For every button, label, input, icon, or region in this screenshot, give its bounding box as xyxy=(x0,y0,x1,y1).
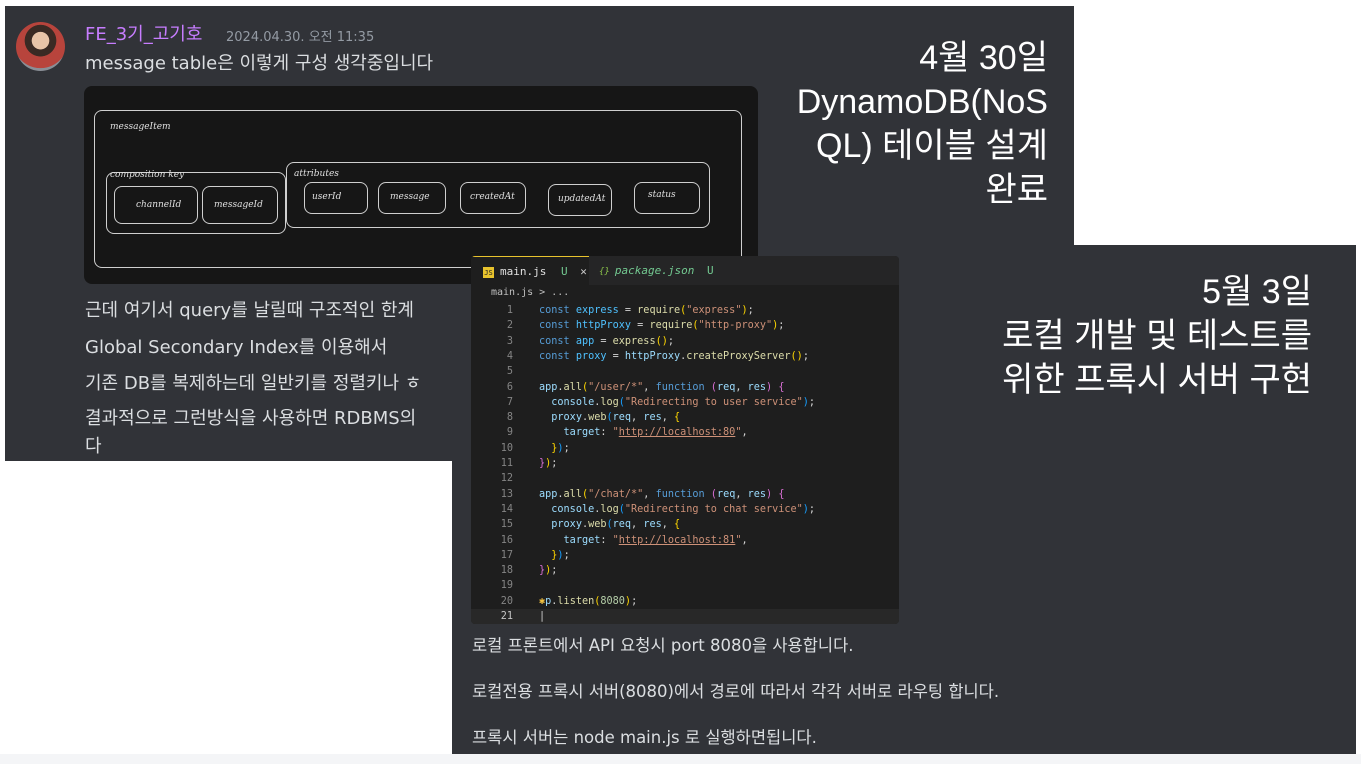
annotation-line: 4월 30일 xyxy=(919,39,1048,77)
message-text: message table은 이렇게 구성 생각중입니다 xyxy=(85,53,434,74)
composition-key-label: composition key xyxy=(110,170,185,180)
line-number: 17 xyxy=(500,549,513,561)
diagram-node-label: userId xyxy=(312,192,342,202)
untracked-badge: U xyxy=(560,265,568,278)
annotation-line: 5월 3일 xyxy=(1202,273,1312,311)
line-number: 9 xyxy=(506,427,513,439)
message-line: 결과적으로 그런방식을 사용하면 RDBMS의 xyxy=(85,408,417,429)
avatar[interactable] xyxy=(16,22,65,71)
line-number: 7 xyxy=(506,396,513,408)
annotation-may3: 5월 3일 로컬 개발 및 테스트를 위한 프록시 서버 구현 xyxy=(930,270,1312,402)
annotation-line: 로컬 개발 및 테스트를 xyxy=(1002,317,1312,355)
close-icon[interactable]: ✕ xyxy=(580,265,587,278)
code-editor-screenshot[interactable]: JS main.js U ✕ {} package.json U main.js >… xyxy=(471,256,899,624)
line-number: 20 xyxy=(500,595,513,607)
message-line: Global Secondary Index를 이용해서 xyxy=(85,337,388,358)
message-timestamp: 2024.04.30. 오전 11:35 xyxy=(226,30,375,45)
attributes-label: attributes xyxy=(294,169,339,179)
white-background xyxy=(1074,6,1361,244)
diagram-node-label: messageId xyxy=(214,200,263,210)
message-line: 로컬 프론트에서 API 요청시 port 8080을 사용합니다. xyxy=(472,636,854,655)
line-number: 21 xyxy=(500,611,513,622)
line-number: 6 xyxy=(506,381,513,393)
diagram-image[interactable]: messageItem composition key channelId me… xyxy=(84,86,758,284)
line-number: 5 xyxy=(506,366,513,378)
breadcrumb[interactable]: main.js > ... xyxy=(471,285,899,301)
line-number: 8 xyxy=(506,412,513,424)
annotation-line: 위한 프록시 서버 구현 xyxy=(1002,361,1312,399)
username[interactable]: FE_3기_고기호 xyxy=(85,20,202,46)
message-line: 로컬전용 프록시 서버(8080)에서 경로에 따라서 각각 서버로 라우팅 합… xyxy=(472,682,1000,701)
message-line: 근데 여기서 query를 날릴때 구조적인 한계 xyxy=(85,300,414,321)
line-number: 11 xyxy=(500,458,513,469)
diagram-node-label: updatedAt xyxy=(558,194,606,204)
line-number: 12 xyxy=(500,473,513,485)
message-item-label: messageItem xyxy=(110,122,171,132)
tab-package-json[interactable]: {} package.json U xyxy=(591,256,721,285)
line-number: 19 xyxy=(500,580,513,592)
line-number: 14 xyxy=(500,503,513,515)
line-number: 3 xyxy=(506,335,513,347)
text-cursor: | xyxy=(539,611,546,622)
white-background xyxy=(5,461,452,754)
json-file-icon: {} xyxy=(599,267,610,277)
message-line: 기존 DB를 복제하는데 일반키를 정렬키나 ㅎ xyxy=(85,373,422,394)
line-number: 13 xyxy=(500,488,513,500)
annotation-line: DynamoDB(NoS xyxy=(796,83,1048,121)
message-line: 다 xyxy=(85,436,102,457)
diagram-node-label: message xyxy=(390,192,430,202)
diagram-node-label: status xyxy=(648,190,676,200)
line-number: 15 xyxy=(500,519,513,531)
message-line: 프록시 서버는 node main.js 로 실행하면됩니다. xyxy=(472,728,817,747)
tab-main-js[interactable]: JS main.js U ✕ xyxy=(471,256,589,286)
annotation-line: QL) 테이블 설계 xyxy=(816,127,1048,165)
line-number: 2 xyxy=(506,320,513,332)
line-number: 4 xyxy=(506,350,513,362)
line-number: 16 xyxy=(500,534,513,546)
annotation-apr30: 4월 30일 DynamoDB(NoS QL) 테이블 설계 완료 xyxy=(790,36,1048,212)
untracked-badge: U xyxy=(706,264,714,277)
diagram-node-label: channelId xyxy=(136,200,182,210)
annotation-line: 완료 xyxy=(985,171,1048,209)
line-number: 10 xyxy=(500,442,513,454)
line-number: 1 xyxy=(506,305,513,316)
js-file-icon: JS xyxy=(483,267,494,278)
line-number: 18 xyxy=(500,565,513,577)
diagram-node-label: createdAt xyxy=(470,192,515,202)
tab-label: main.js xyxy=(500,265,547,278)
tab-label: package.json xyxy=(614,264,695,277)
bottom-strip xyxy=(0,754,1361,764)
editor-tab-bar: JS main.js U ✕ {} package.json U xyxy=(471,256,899,286)
